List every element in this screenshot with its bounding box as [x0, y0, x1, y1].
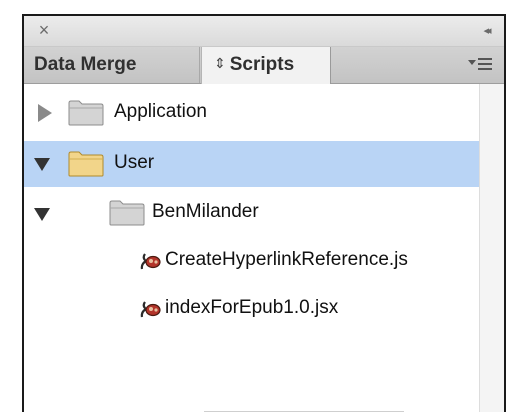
tab-data-merge-label: Data Merge [34, 54, 137, 75]
tree-label: Application [114, 101, 207, 122]
folder-icon [68, 100, 104, 126]
tab-scripts-label: Scripts [229, 54, 295, 75]
tree-row-application[interactable]: Application [24, 90, 480, 136]
folder-icon [68, 151, 104, 177]
panel-title-bar[interactable]: × ◂◂ [24, 16, 504, 47]
tree-label: User [114, 152, 155, 173]
script-icon [140, 253, 161, 270]
tree-row-script[interactable]: indexForEpub1.0.jsx [24, 285, 480, 331]
up-down-arrows-icon: ⇕ [214, 55, 226, 71]
tree-row-script[interactable]: CreateHyperlinkReference.js [24, 237, 480, 283]
disclosure-collapsed-icon[interactable] [38, 104, 52, 122]
vertical-scrollbar[interactable] [479, 84, 504, 412]
folder-icon [109, 200, 145, 226]
tree-row-user[interactable]: User [24, 141, 480, 187]
tree-label: indexForEpub1.0.jsx [165, 297, 339, 318]
tree-label: BenMilander [152, 201, 259, 222]
script-icon [140, 301, 161, 318]
tree-label: CreateHyperlinkReference.js [165, 249, 408, 270]
menu-lines-icon [478, 58, 492, 73]
disclosure-expanded-icon[interactable] [34, 158, 50, 171]
panel-tab-bar: Data Merge ⇕ Scripts [24, 47, 504, 84]
tab-scripts[interactable]: ⇕ Scripts [201, 47, 331, 84]
menu-arrow-icon [468, 60, 476, 65]
tab-data-merge[interactable]: Data Merge [24, 47, 200, 83]
tree-row-benmilander[interactable]: BenMilander [24, 189, 480, 235]
collapse-panel-button[interactable]: ◂◂ [474, 20, 498, 42]
panel-menu-button[interactable] [468, 55, 496, 75]
disclosure-expanded-icon[interactable] [34, 208, 50, 221]
close-panel-button[interactable]: × [34, 19, 54, 41]
scripts-tree: Application User BenMilander CreateHyper… [24, 84, 504, 412]
scripts-panel: × ◂◂ Data Merge ⇕ Scripts Application Us… [22, 14, 506, 412]
